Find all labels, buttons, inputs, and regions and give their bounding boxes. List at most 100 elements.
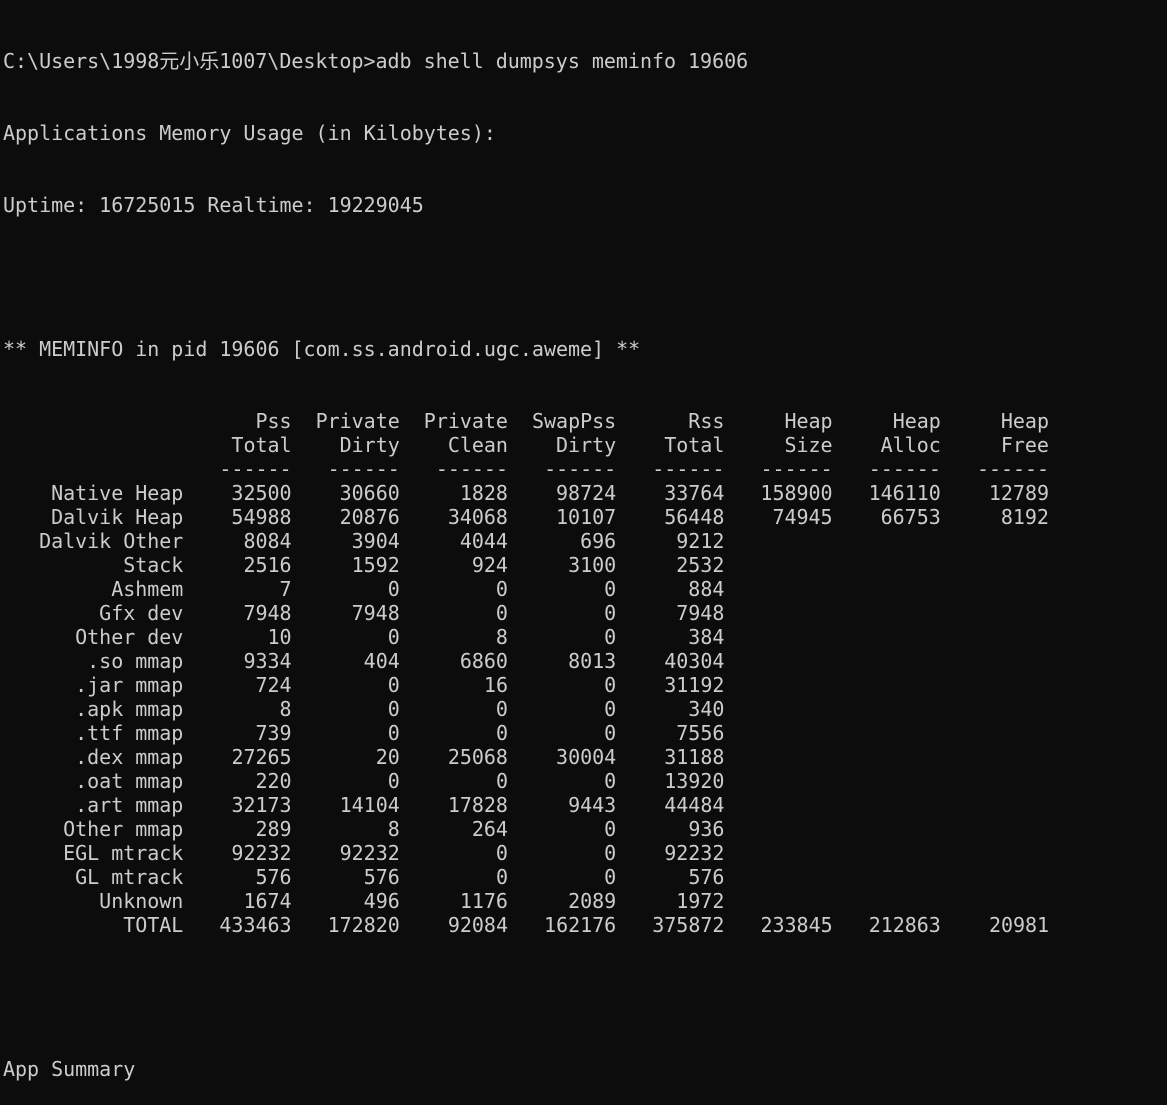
column-header: Size	[784, 433, 833, 457]
cell-value: 92232	[339, 841, 400, 865]
cell-value: 576	[255, 865, 292, 889]
column-separator: ------	[544, 457, 617, 481]
cell-value: 12789	[988, 481, 1049, 505]
app-summary-title: App Summary	[3, 1057, 1167, 1081]
cell-value: 25068	[447, 745, 508, 769]
row-label: .dex mmap	[75, 745, 184, 769]
table-header-row: Total Dirty Clean Dirty Total Size Alloc…	[3, 433, 1167, 457]
row-label: .ttf mmap	[75, 721, 184, 745]
cell-value: 92232	[231, 841, 292, 865]
table-row: TOTAL 433463 172820 92084 162176 375872 …	[3, 913, 1167, 937]
cell-value: 74945	[772, 505, 833, 529]
cell-value: 233845	[760, 913, 833, 937]
cell-value: 264	[471, 817, 508, 841]
cell-value: 1828	[459, 481, 508, 505]
cell-value: 0	[495, 601, 508, 625]
cell-value: 4044	[459, 529, 508, 553]
row-label: GL mtrack	[75, 865, 184, 889]
column-header: Heap	[892, 409, 941, 433]
row-label: EGL mtrack	[63, 841, 184, 865]
column-header: Dirty	[556, 433, 617, 457]
cell-value: 7	[279, 577, 292, 601]
table-separator-row: ------ ------ ------ ------ ------ -----…	[3, 457, 1167, 481]
table-row: .ttf mmap 739 0 0 0 7556	[3, 721, 1167, 745]
cell-value: 0	[387, 577, 400, 601]
cell-value: 7556	[676, 721, 725, 745]
cell-value: 212863	[868, 913, 941, 937]
cell-value: 33764	[664, 481, 725, 505]
cell-value: 31188	[664, 745, 725, 769]
cell-value: 576	[688, 865, 725, 889]
row-label: Other dev	[75, 625, 184, 649]
column-separator: ------	[435, 457, 508, 481]
row-label: .apk mmap	[75, 697, 184, 721]
cell-value: 433463	[219, 913, 292, 937]
cell-value: 32500	[231, 481, 292, 505]
cell-value: 0	[604, 625, 617, 649]
row-label: .oat mmap	[75, 769, 184, 793]
cell-value: 0	[387, 697, 400, 721]
cell-value: 44484	[664, 793, 725, 817]
row-label: Unknown	[99, 889, 184, 913]
cell-value: 172820	[327, 913, 400, 937]
cell-value: 17828	[447, 793, 508, 817]
cell-value: 0	[387, 625, 400, 649]
cell-value: 2089	[568, 889, 617, 913]
cell-value: 340	[688, 697, 725, 721]
cell-value: 884	[688, 577, 725, 601]
cell-value: 20876	[339, 505, 400, 529]
cell-value: 3904	[351, 529, 400, 553]
table-row: GL mtrack 576 576 0 0 576	[3, 865, 1167, 889]
cell-value: 1674	[243, 889, 292, 913]
table-row: Ashmem 7 0 0 0 884	[3, 577, 1167, 601]
cell-value: 924	[471, 553, 508, 577]
column-header: Private	[315, 409, 400, 433]
column-separator: ------	[976, 457, 1050, 481]
table-row: Dalvik Other 8084 3904 4044 696 9212	[3, 529, 1167, 553]
cell-value: 404	[363, 649, 400, 673]
column-header: Heap	[1000, 409, 1049, 433]
column-header: Dirty	[339, 433, 400, 457]
cell-value: 0	[604, 697, 617, 721]
cell-value: 32173	[231, 793, 292, 817]
cell-value: 9334	[243, 649, 292, 673]
cell-value: 1176	[459, 889, 508, 913]
table-row: .so mmap 9334 404 6860 8013 40304	[3, 649, 1167, 673]
cell-value: 9212	[676, 529, 725, 553]
table-row: .jar mmap 724 0 16 0 31192	[3, 673, 1167, 697]
cell-value: 31192	[664, 673, 725, 697]
row-label: .art mmap	[75, 793, 184, 817]
command-line: C:\Users\1998元小乐1007\Desktop>adb shell d…	[3, 49, 749, 73]
cell-value: 146110	[868, 481, 941, 505]
cell-value: 0	[387, 769, 400, 793]
table-row: Stack 2516 1592 924 3100 2532	[3, 553, 1167, 577]
cell-value: 92232	[664, 841, 725, 865]
cell-value: 2532	[676, 553, 725, 577]
cell-value: 8	[279, 697, 292, 721]
column-separator: ------	[327, 457, 400, 481]
console-output: C:\Users\1998元小乐1007\Desktop>adb shell d…	[3, 1, 1167, 1081]
cell-value: 0	[604, 601, 617, 625]
cell-value: 8192	[1000, 505, 1049, 529]
cell-value: 0	[387, 721, 400, 745]
cell-value: 56448	[664, 505, 725, 529]
meminfo-table: Pss Private Private SwapPss Rss Heap Hea…	[3, 409, 1167, 937]
column-header: Heap	[784, 409, 833, 433]
cell-value: 936	[688, 817, 725, 841]
cell-value: 0	[495, 865, 508, 889]
cell-value: 9443	[568, 793, 617, 817]
column-header: Total	[664, 433, 725, 457]
cell-value: 20	[375, 745, 400, 769]
column-header: Pss	[255, 409, 292, 433]
cell-value: 1592	[351, 553, 400, 577]
cell-value: 289	[255, 817, 292, 841]
cell-value: 0	[604, 769, 617, 793]
cell-value: 739	[255, 721, 292, 745]
cell-value: 8013	[568, 649, 617, 673]
cell-value: 0	[387, 673, 400, 697]
table-row: Gfx dev 7948 7948 0 0 7948	[3, 601, 1167, 625]
cell-value: 576	[363, 865, 400, 889]
row-label: Dalvik Heap	[51, 505, 184, 529]
row-label: Other mmap	[63, 817, 184, 841]
